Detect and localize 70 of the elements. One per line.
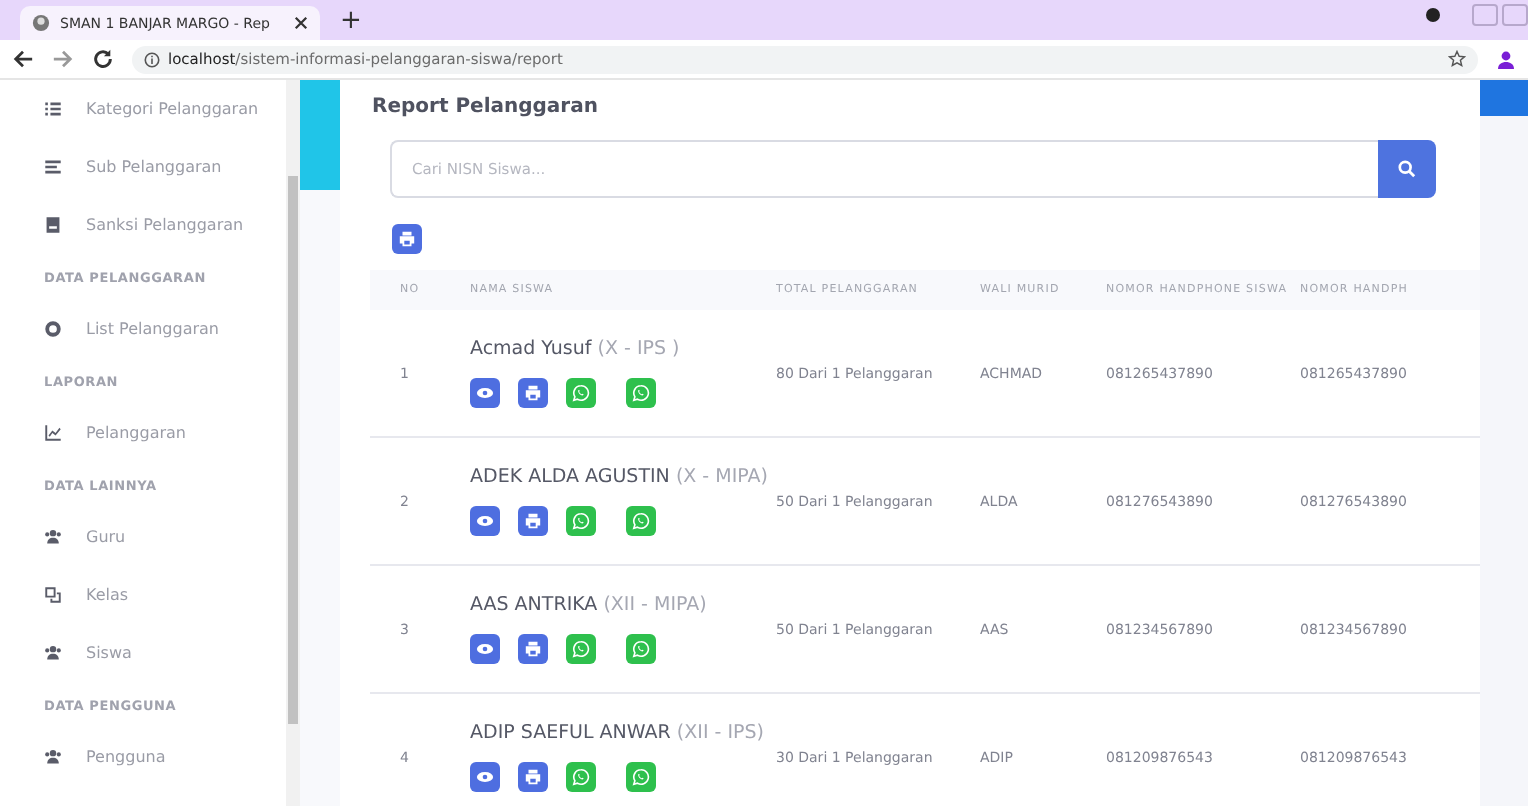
search-button[interactable] — [1378, 140, 1436, 198]
phone-bubble-icon — [572, 768, 590, 786]
printer-icon — [524, 384, 542, 402]
whatsapp-button[interactable] — [626, 634, 656, 664]
phone-bubble-icon — [572, 512, 590, 530]
sidebar-item[interactable]: Kelas — [0, 566, 286, 624]
view-button[interactable] — [470, 762, 500, 792]
sidebar-item[interactable]: Siswa — [0, 624, 286, 682]
sidebar-item[interactable]: Guru — [0, 508, 286, 566]
record-icon — [1426, 8, 1440, 22]
users-icon — [44, 644, 62, 662]
printer-icon — [398, 230, 416, 248]
phone-bubble-icon — [632, 384, 650, 402]
student-name: ADIP SAEFUL ANWAR (XII - IPS) — [470, 722, 766, 744]
sidebar-toggle[interactable] — [300, 80, 340, 190]
phone-bubble-icon — [572, 640, 590, 658]
print-button[interactable] — [518, 634, 548, 664]
phone-bubble-icon — [632, 512, 650, 530]
view-button[interactable] — [470, 634, 500, 664]
lines-icon — [44, 158, 62, 176]
phone-bubble-icon — [632, 768, 650, 786]
view-button[interactable] — [470, 378, 500, 408]
back-icon[interactable] — [12, 48, 34, 70]
whatsapp-button[interactable] — [566, 506, 596, 536]
close-icon[interactable] — [294, 16, 308, 30]
print-button[interactable] — [392, 224, 422, 254]
sidebar-item[interactable]: Pengguna — [0, 728, 286, 786]
phone-bubble-icon — [572, 384, 590, 402]
printer-icon — [524, 512, 542, 530]
whatsapp-button[interactable] — [626, 762, 656, 792]
whatsapp-button[interactable] — [626, 506, 656, 536]
sidebar-item[interactable]: List Pelanggaran — [0, 300, 286, 358]
print-button[interactable] — [518, 506, 548, 536]
printer-icon — [524, 768, 542, 786]
sidebar-item[interactable]: Sanksi Pelanggaran — [0, 196, 286, 254]
search-icon — [1398, 160, 1416, 178]
profile-icon[interactable] — [1496, 49, 1516, 69]
phone-bubble-icon — [632, 640, 650, 658]
info-icon — [144, 51, 160, 67]
chart-icon — [44, 424, 62, 442]
new-tab-button[interactable]: + — [340, 8, 362, 34]
student-name: ADEK ALDA AGUSTIN (X - MIPA) — [470, 466, 770, 488]
eye-icon — [476, 640, 494, 658]
print-button[interactable] — [518, 762, 548, 792]
star-icon[interactable] — [1448, 50, 1466, 68]
student-name: Acmad Yusuf (X - IPS ) — [470, 338, 682, 360]
favicon-icon — [32, 14, 50, 32]
sidebar-item[interactable]: Sub Pelanggaran — [0, 138, 286, 196]
printer-icon — [524, 640, 542, 658]
page-title: Report Pelanggaran — [372, 96, 600, 118]
print-button[interactable] — [518, 378, 548, 408]
sidebar-item[interactable]: Pelanggaran — [0, 404, 286, 462]
reload-icon[interactable] — [92, 48, 114, 70]
whatsapp-button[interactable] — [566, 634, 596, 664]
forward-icon[interactable] — [52, 48, 74, 70]
users-icon — [44, 748, 62, 766]
whatsapp-button[interactable] — [566, 378, 596, 408]
sidebar-item[interactable]: Kategori Pelanggaran — [0, 80, 286, 138]
eye-icon — [476, 384, 494, 402]
student-name: AAS ANTRIKA (XII - MIPA) — [470, 594, 709, 616]
users-icon — [44, 528, 62, 546]
eye-icon — [476, 512, 494, 530]
view-button[interactable] — [470, 506, 500, 536]
whatsapp-button[interactable] — [626, 378, 656, 408]
list-icon — [44, 100, 62, 118]
eye-icon — [476, 768, 494, 786]
top-bar — [1480, 80, 1528, 116]
copy-icon — [44, 586, 62, 604]
whatsapp-button[interactable] — [566, 762, 596, 792]
book-icon — [44, 216, 62, 234]
